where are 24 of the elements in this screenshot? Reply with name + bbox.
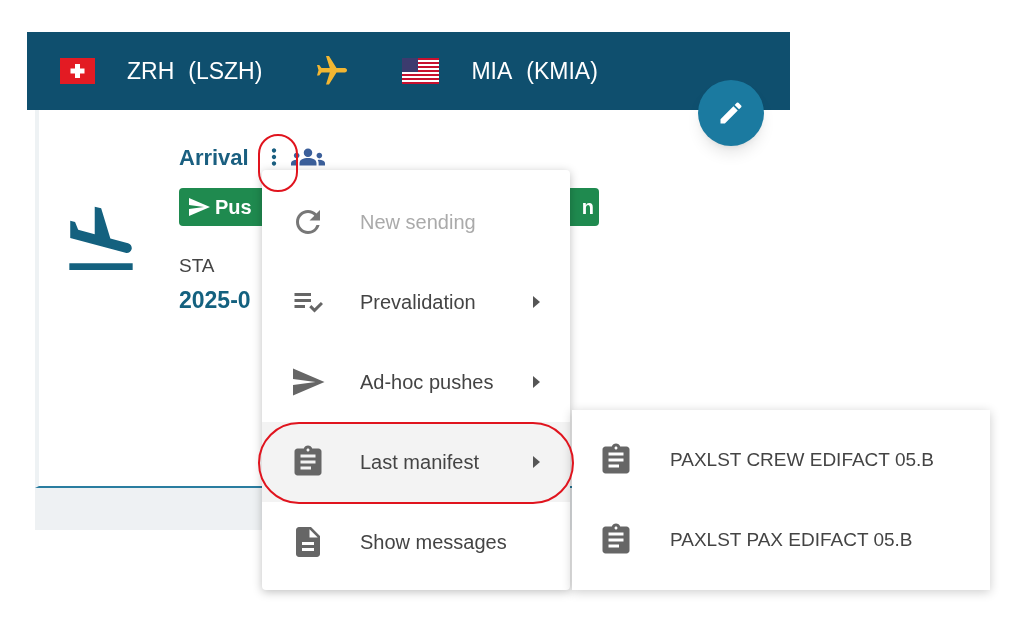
submenu-item[interactable]: PAXLST PAX EDIFACT 05.B xyxy=(572,500,990,580)
submenu-item[interactable]: PAXLST CREW EDIFACT 05.B xyxy=(572,420,990,500)
us-flag-icon xyxy=(402,58,440,84)
arrival-title: Arrival xyxy=(179,143,249,172)
send-icon xyxy=(187,195,211,219)
menu-item-label: Show messages xyxy=(360,530,507,555)
highlight-ring xyxy=(258,134,298,192)
menu-item[interactable]: Prevalidation xyxy=(262,262,570,342)
time-label: STA xyxy=(179,254,215,278)
origin-code: ZRH xyxy=(127,56,175,86)
menu-item-label: Ad-hoc pushes xyxy=(360,370,494,395)
menu-item[interactable]: Last manifest xyxy=(262,422,570,502)
menu-item-label: Last manifest xyxy=(360,450,479,475)
menu-item-label: New sending xyxy=(360,210,476,235)
submenu-item-label: PAXLST CREW EDIFACT 05.B xyxy=(670,447,934,472)
menu-item[interactable]: Ad-hoc pushes xyxy=(262,342,570,422)
submenu-item-label: PAXLST PAX EDIFACT 05.B xyxy=(670,527,913,552)
destination-icao: (KMIA) xyxy=(526,56,598,86)
menu-item-label: Prevalidation xyxy=(360,290,476,315)
time-value: 2025-0 xyxy=(179,285,251,315)
destination-code: MIA xyxy=(471,56,513,86)
menu-item[interactable]: Show messages xyxy=(262,502,570,582)
origin-icao: (LSZH) xyxy=(188,56,263,86)
swiss-flag-icon xyxy=(60,58,95,84)
